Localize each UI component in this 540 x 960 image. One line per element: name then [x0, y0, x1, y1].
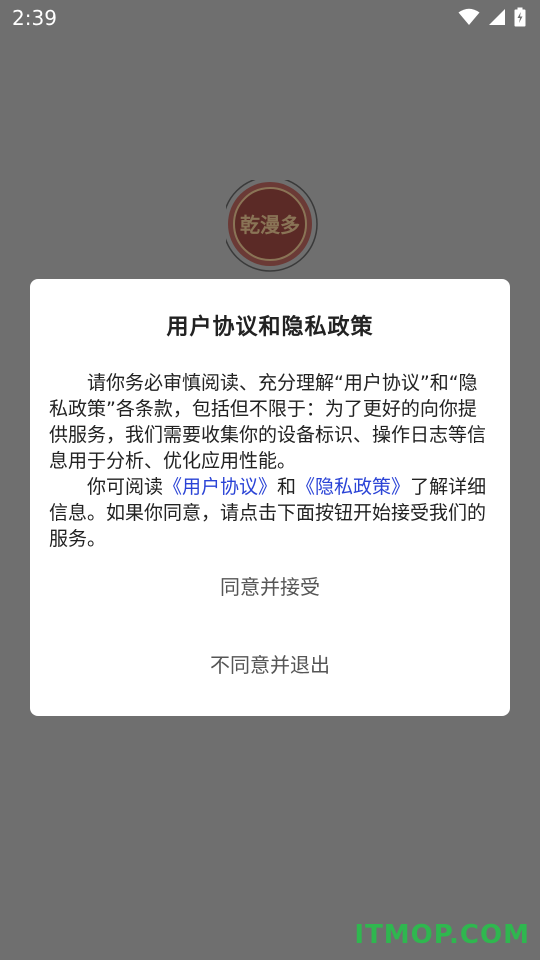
reject-button[interactable]: 不同意并退出: [30, 647, 510, 683]
wifi-icon: [458, 8, 480, 26]
dialog-title: 用户协议和隐私政策: [166, 315, 374, 340]
paragraph-2-prefix: 你可阅读: [87, 476, 164, 498]
dialog-paragraph-2: 你可阅读《用户协议》和《隐私政策》了解详细信息。如果你同意，请点击下面按钮开始接…: [49, 474, 491, 552]
consent-dialog: 用户协议和隐私政策 请你务必审慎阅读、充分理解“用户协议”和“隐私政策”各条款，…: [30, 279, 510, 716]
paragraph-2-and: 和: [277, 476, 297, 498]
logo-text: 乾漫多: [240, 213, 300, 237]
dialog-body: 请你务必审慎阅读、充分理解“用户协议”和“隐私政策”各条款，包括但不限于：为了更…: [49, 370, 491, 552]
privacy-policy-link[interactable]: 《隐私政策》: [296, 476, 410, 498]
status-bar: 2:39: [0, 0, 540, 36]
accept-button[interactable]: 同意并接受: [30, 569, 510, 605]
app-logo: 乾漫多: [226, 180, 320, 274]
site-watermark: ITMOP.COM: [354, 920, 530, 950]
cellular-signal-icon: [488, 8, 506, 26]
battery-charging-icon: [514, 7, 526, 27]
dialog-paragraph-1: 请你务必审慎阅读、充分理解“用户协议”和“隐私政策”各条款，包括但不限于：为了更…: [49, 372, 487, 472]
user-agreement-link[interactable]: 《用户协议》: [163, 476, 277, 498]
status-icons: [458, 7, 526, 27]
status-time: 2:39: [12, 6, 57, 30]
